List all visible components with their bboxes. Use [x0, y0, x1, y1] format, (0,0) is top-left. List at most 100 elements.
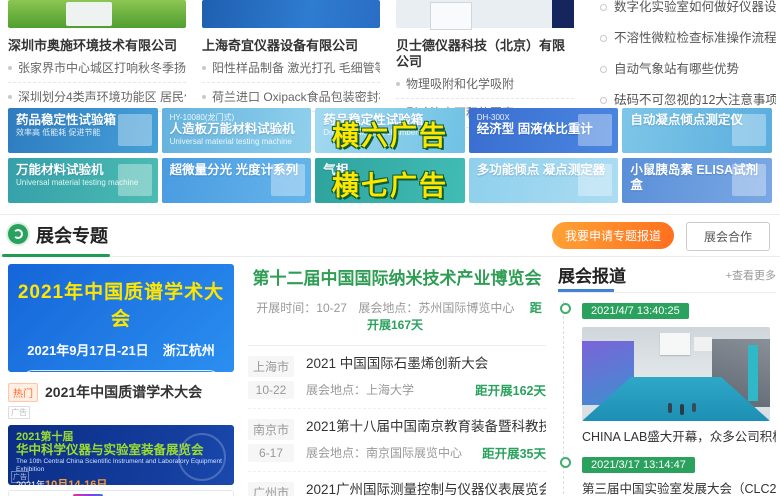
- vendor-article-link[interactable]: 张家界市中心城区打响秋冬季扬尘污染治理攻坚战: [8, 54, 186, 83]
- exhibition-countdown: 距开展162天: [475, 380, 546, 399]
- exhibition-countdown: 距开展35天: [482, 443, 546, 462]
- ad-banner[interactable]: 万能材料试验机 Universal material testing machi…: [8, 158, 158, 203]
- vendor-image[interactable]: [202, 0, 380, 28]
- hot-topic-title: 2021年中国质谱学术大会: [45, 382, 202, 402]
- exhibition-city: 广州市: [248, 482, 294, 496]
- article-text: 阳性样品制备 激光打孔 毛细管等CCIT方法: [212, 61, 380, 76]
- photo-person: [680, 404, 684, 415]
- article-text: 深圳划分4类声环境功能区 居民住宅夜间环境噪声限值: [18, 90, 186, 105]
- mass-spec-poster[interactable]: 2021年中国质谱学术大会 2021年9月17日-21日浙江杭州 砥砺奋进四十年…: [8, 264, 234, 372]
- bullet-icon: [396, 82, 400, 86]
- product-image: [430, 2, 472, 30]
- central-china-expo-poster[interactable]: 2021第十届 华中科学仪器与实验室装备展览会 The 10th Central…: [8, 425, 234, 485]
- banner-model: HY-10080(龙门式): [170, 113, 304, 122]
- view-more-link[interactable]: +查看更多: [726, 267, 776, 283]
- timeline-dot-icon: [560, 457, 571, 468]
- bullet-icon: [600, 4, 607, 11]
- exhibition-city: 上海市: [248, 356, 294, 377]
- poster-date: 2021年9月17日-21日: [27, 343, 148, 358]
- featured-exhibition-title[interactable]: 第十二届中国国际纳米技术产业博览会: [248, 264, 546, 289]
- news-text: 数字化实验室如何做好仪器设备监测监控: [614, 0, 776, 15]
- reports-underline: [558, 289, 614, 292]
- ad-banner-row-2: 万能材料试验机 Universal material testing machi…: [8, 158, 772, 203]
- exhibition-title-link[interactable]: 2021 中国国际石墨烯创新大会: [306, 356, 546, 372]
- page: 深圳市奥施环境技术有限公司 张家界市中心城区打响秋冬季扬尘污染治理攻坚战 深圳划…: [0, 0, 780, 496]
- bullet-icon: [600, 35, 607, 42]
- ad-banner[interactable]: 超微量分光 光度计系列: [162, 158, 312, 203]
- news-text: 不溶性微粒检查标准操作流程: [614, 31, 776, 46]
- divider: [0, 214, 780, 215]
- ad-banner[interactable]: 小鼠胰岛素 ELISA试剂盒: [622, 158, 772, 203]
- photo-hanging-sign: [694, 337, 712, 351]
- ad-banner[interactable]: 药品稳定性试验箱 效率高 低能耗 促进节能: [8, 108, 158, 153]
- product-image: [578, 164, 612, 196]
- ad-slot-label-6: 横六广告: [332, 114, 448, 153]
- hot-news-list: 数字化实验室如何做好仪器设备监测监控 不溶性微粒检查标准操作流程 自动气象站有哪…: [600, 0, 776, 116]
- section-underline: [2, 254, 110, 257]
- product-image: [118, 164, 152, 196]
- product-image: [732, 164, 766, 196]
- banner-subtitle: Universal material testing machine: [170, 137, 304, 147]
- report-item: 2021/4/7 13:40:25 CHINA LAB盛大开幕，众多公司积极参展: [582, 301, 776, 445]
- divider: [0, 256, 780, 257]
- ad-banner-row-1: 药品稳定性试验箱 效率高 低能耗 促进节能 HY-10080(龙门式) 人造板万…: [8, 108, 772, 153]
- ad-banner[interactable]: 自动凝点倾点测定仪: [622, 108, 772, 153]
- photo-hanging-sign: [660, 333, 690, 355]
- report-item: 2021/3/17 13:14:47 第三届中国实验室发展大会（CLC2021）…: [582, 455, 776, 496]
- vendor-name[interactable]: 上海奇宜仪器设备有限公司: [202, 38, 380, 54]
- bullet-icon: [600, 66, 607, 73]
- photo-person: [692, 403, 696, 412]
- ad-tag: 广告: [11, 471, 29, 483]
- cooperation-button[interactable]: 展会合作: [686, 222, 770, 251]
- report-date-badge: 2021/3/17 13:14:47: [582, 457, 695, 473]
- poster-title: 2021年中国质谱学术大会: [8, 277, 234, 331]
- vendor-image[interactable]: [8, 0, 186, 28]
- chinano-poster[interactable]: CHINANO 2021 CHINANO 2021 CONFERENCE, 第1…: [8, 490, 234, 496]
- vendor-image-panel: [552, 0, 574, 28]
- featured-exhibition-meta: 开展时间：10-27 展会地点：苏州国际博览中心 距开展167天: [248, 299, 546, 333]
- news-link[interactable]: 不溶性微粒检查标准操作流程: [600, 23, 776, 54]
- ad-tag: 广告: [8, 406, 30, 419]
- poster-venue: 浙江杭州: [163, 343, 215, 358]
- exhibition-row: 南京市6-17 2021第十八届中国南京教育装备暨科教技术展览会 展会地点：南京…: [248, 409, 546, 472]
- section-header: 展会专题 我要申请专题报道 展会合作: [0, 220, 780, 256]
- product-image: [732, 114, 766, 146]
- ad-banner[interactable]: 多功能倾点 凝点测定器: [469, 158, 619, 203]
- ad-banner[interactable]: DH-300X 经济型 固液体比重计: [469, 108, 619, 153]
- product-image: [578, 114, 612, 146]
- vendor-name[interactable]: 贝士德仪器科技（北京）有限公司: [396, 38, 574, 70]
- exhibition-title-link[interactable]: 2021广州国际测量控制与仪器仪表展览会: [306, 482, 546, 496]
- vendor-article-link[interactable]: 阳性样品制备 激光打孔 毛细管等CCIT方法: [202, 54, 380, 83]
- decorative-circle: [178, 433, 226, 481]
- section-title: 展会专题: [36, 222, 108, 248]
- bullet-icon: [202, 95, 206, 99]
- reports-timeline: 2021/4/7 13:40:25 CHINA LAB盛大开幕，众多公司积极参展…: [563, 301, 776, 496]
- report-title-link[interactable]: CHINA LAB盛大开幕，众多公司积极参展: [582, 429, 776, 445]
- news-link[interactable]: 数字化实验室如何做好仪器设备监测监控: [600, 0, 776, 23]
- timeline-dot-icon: [560, 303, 571, 314]
- vendor-image[interactable]: [396, 0, 574, 28]
- exhibition-place: 展会地点：南京国际展览中心: [306, 444, 462, 461]
- exhibition-list: 第十二届中国国际纳米技术产业博览会 开展时间：10-27 展会地点：苏州国际博览…: [248, 264, 546, 496]
- photo-person: [668, 403, 672, 413]
- exhibition-reports-panel: 展会报道 +查看更多 2021/4/7 13:40:25: [558, 262, 776, 496]
- report-photo[interactable]: [582, 327, 770, 421]
- reports-title: 展会报道: [558, 267, 626, 286]
- bullet-icon: [202, 66, 206, 70]
- featured-place: 展会地点：苏州国际博览中心: [358, 301, 514, 315]
- exhibition-city: 南京市: [248, 419, 294, 440]
- ad-banner[interactable]: HY-10080(龙门式) 人造板万能材料试验机 Universal mater…: [162, 108, 312, 153]
- vendor-article-link[interactable]: 物理吸附和化学吸附: [396, 70, 574, 99]
- exhibition-title-link[interactable]: 2021第十八届中国南京教育装备暨科教技术展览会: [306, 419, 546, 435]
- vendor-name[interactable]: 深圳市奥施环境技术有限公司: [8, 38, 186, 54]
- product-image: [118, 114, 152, 146]
- hot-badge: 热门: [8, 383, 38, 402]
- exhibition-row: 上海市10-22 2021 中国国际石墨烯创新大会 展会地点：上海大学距开展16…: [248, 346, 546, 409]
- report-title-link[interactable]: 第三届中国实验室发展大会（CLC2021）邀请函: [582, 481, 776, 496]
- news-text: 砝码不可忽视的12大注意事项: [614, 93, 776, 108]
- news-text: 自动气象站有哪些优势: [614, 62, 739, 77]
- apply-report-button[interactable]: 我要申请专题报道: [552, 222, 674, 249]
- news-link[interactable]: 自动气象站有哪些优势: [600, 54, 776, 85]
- poster-date: 10月14-16日: [45, 479, 107, 485]
- article-text: 物理吸附和化学吸附: [406, 77, 514, 92]
